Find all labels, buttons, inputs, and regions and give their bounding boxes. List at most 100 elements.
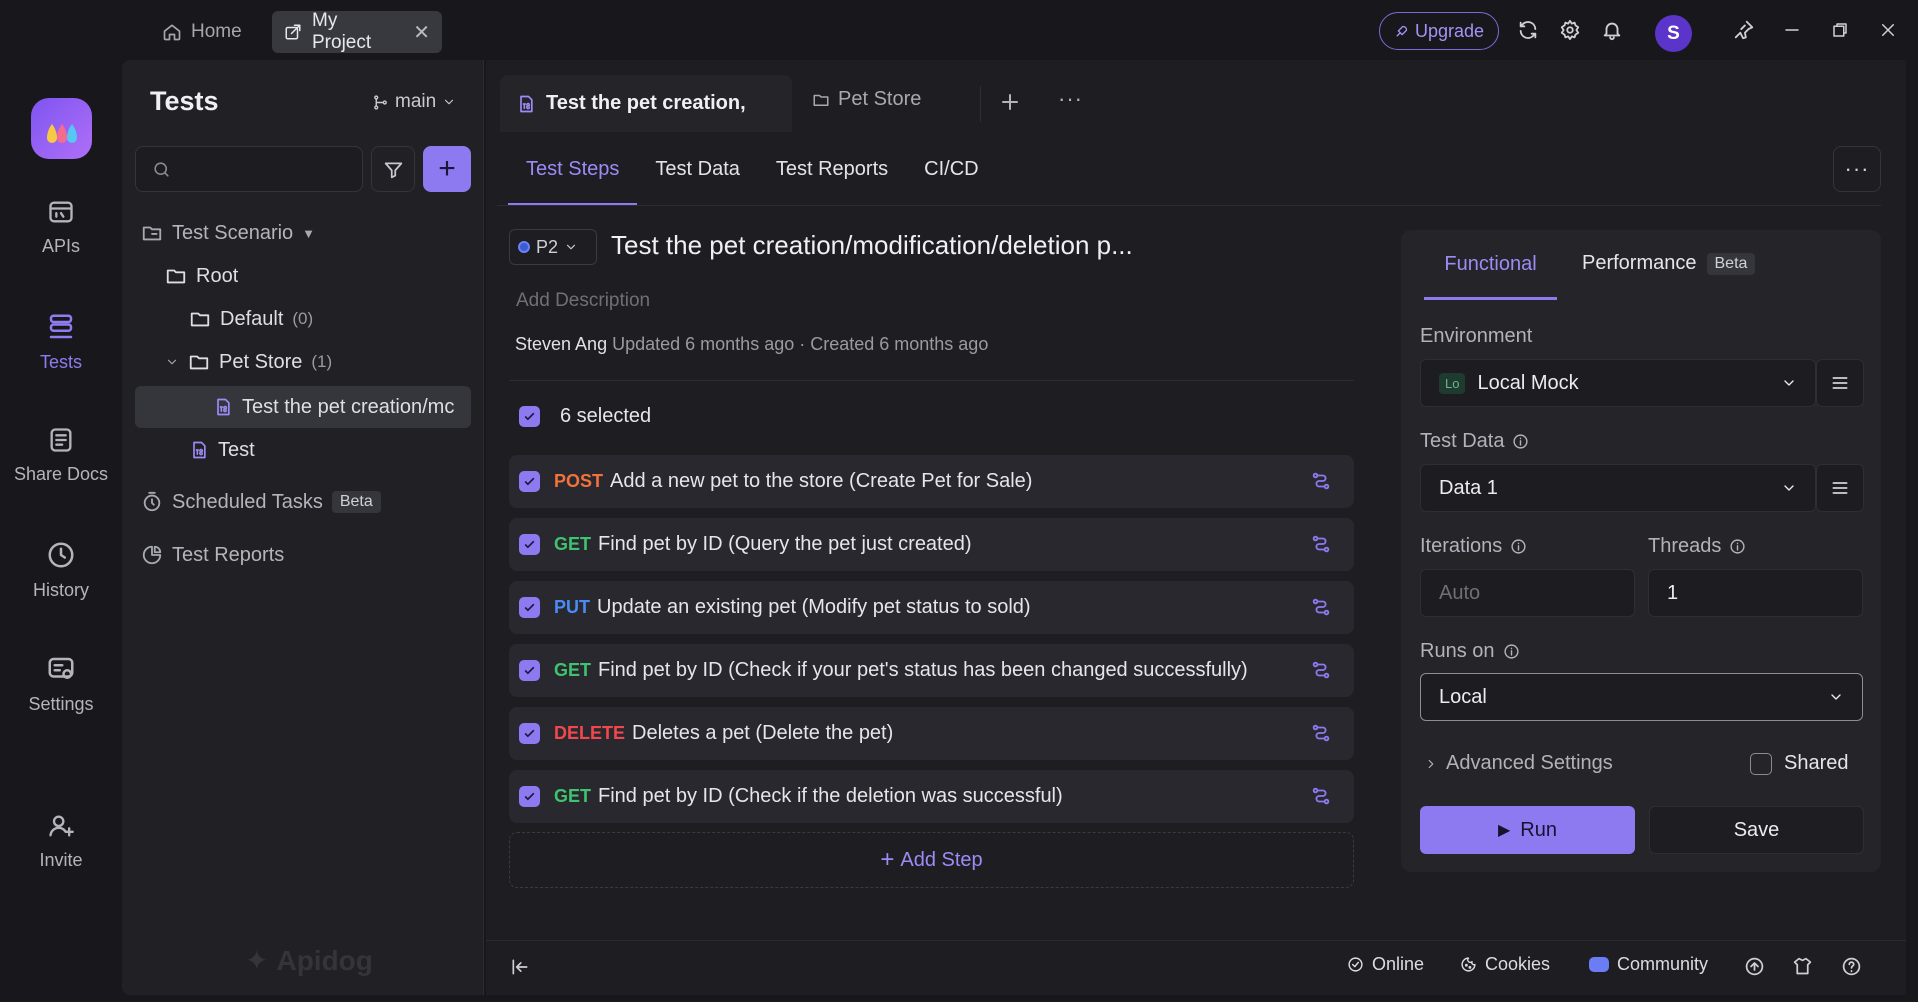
- restore-icon[interactable]: [1826, 16, 1854, 44]
- info-icon[interactable]: [1503, 643, 1520, 660]
- branch-selector[interactable]: main: [372, 91, 456, 113]
- window-close-icon[interactable]: [1874, 16, 1902, 44]
- upgrade-button[interactable]: Upgrade: [1379, 12, 1499, 50]
- step-checkbox[interactable]: [519, 471, 540, 492]
- new-tab-icon[interactable]: [998, 90, 1022, 114]
- gear-icon[interactable]: [1556, 16, 1584, 44]
- settings-icon: [46, 654, 76, 684]
- link-icon[interactable]: [1310, 722, 1332, 744]
- more-tabs-icon[interactable]: ···: [1058, 86, 1083, 112]
- add-button[interactable]: +: [423, 146, 471, 192]
- online-status[interactable]: Online: [1347, 954, 1424, 975]
- upload-icon[interactable]: [1744, 956, 1765, 977]
- step-row[interactable]: GET Find pet by ID (Check if your pet's …: [509, 644, 1354, 697]
- link-icon[interactable]: [1310, 596, 1332, 618]
- run-button[interactable]: ▶ Run: [1420, 806, 1635, 854]
- avatar[interactable]: S: [1655, 15, 1692, 52]
- threads-input[interactable]: 1: [1648, 569, 1863, 617]
- method-badge: GET: [554, 786, 592, 806]
- info-icon[interactable]: [1512, 433, 1529, 450]
- link-icon[interactable]: [1310, 659, 1332, 681]
- link-icon[interactable]: [1310, 533, 1332, 555]
- collapse-sidebar-icon[interactable]: [510, 957, 530, 977]
- priority-select[interactable]: P2: [509, 229, 597, 265]
- tree-item-test-case-selected[interactable]: Test the pet creation/mc: [213, 387, 465, 427]
- filter-button[interactable]: [371, 146, 415, 192]
- tree-item-default[interactable]: Default (0): [189, 299, 313, 339]
- save-button[interactable]: Save: [1649, 806, 1864, 854]
- shirt-icon[interactable]: [1792, 956, 1813, 977]
- step-row[interactable]: GET Find pet by ID (Query the pet just c…: [509, 518, 1354, 571]
- project-tab[interactable]: My Project ✕: [272, 10, 442, 53]
- add-step-button[interactable]: + Add Step: [509, 832, 1354, 888]
- search-input[interactable]: [135, 146, 363, 192]
- link-icon[interactable]: [1310, 470, 1332, 492]
- rail-label-tests: Tests: [39, 352, 82, 372]
- test-data-menu-icon[interactable]: [1816, 464, 1864, 512]
- tab-test-reports[interactable]: Test Reports: [758, 132, 906, 206]
- step-row[interactable]: PUT Update an existing pet (Modify pet s…: [509, 581, 1354, 634]
- step-checkbox[interactable]: [519, 723, 540, 744]
- sync-icon[interactable]: [1514, 16, 1542, 44]
- doc-tab-pet-store[interactable]: Pet Store: [812, 88, 921, 111]
- rail-item-settings[interactable]: Settings: [0, 654, 122, 715]
- chevron-down-icon: [1828, 689, 1844, 705]
- rail-item-apis[interactable]: APIs: [0, 198, 122, 257]
- rail-item-invite[interactable]: Invite: [0, 812, 122, 871]
- step-row[interactable]: GET Find pet by ID (Check if the deletio…: [509, 770, 1354, 823]
- step-checkbox[interactable]: [519, 597, 540, 618]
- shared-checkbox[interactable]: [1750, 752, 1772, 775]
- step-label: Find pet by ID (Check if the deletion wa…: [598, 785, 1063, 807]
- step-row[interactable]: DELETE Deletes a pet (Delete the pet): [509, 707, 1354, 760]
- home-icon: [162, 22, 182, 42]
- sidebar-item-test-reports[interactable]: Test Reports: [141, 535, 284, 575]
- tab-ci-cd[interactable]: CI/CD: [906, 132, 996, 206]
- environment-select[interactable]: Lo Local Mock: [1420, 359, 1816, 407]
- link-icon[interactable]: [1310, 785, 1332, 807]
- tree-item-test[interactable]: Test: [189, 430, 255, 470]
- tree-item-root[interactable]: Root: [165, 256, 238, 296]
- tree-item-test-scenario[interactable]: Test Scenario ▼: [141, 213, 315, 253]
- info-icon[interactable]: [1729, 538, 1746, 555]
- step-checkbox[interactable]: [519, 660, 540, 681]
- step-row[interactable]: POST Add a new pet to the store (Create …: [509, 455, 1354, 508]
- tree-item-pet-store[interactable]: Pet Store (1): [165, 342, 332, 382]
- runs-on-select[interactable]: Local: [1420, 673, 1863, 721]
- minimize-icon[interactable]: [1778, 16, 1806, 44]
- app-logo[interactable]: [31, 98, 92, 159]
- community-button[interactable]: Community: [1589, 954, 1708, 975]
- advanced-settings-toggle[interactable]: Advanced Settings: [1424, 752, 1613, 775]
- tree-label: Pet Store: [219, 350, 303, 373]
- doc-tab-test-case[interactable]: Test the pet creation,: [500, 75, 792, 132]
- rail-item-history[interactable]: History: [0, 540, 122, 601]
- info-icon[interactable]: [1510, 538, 1527, 555]
- tree-label: Test Reports: [172, 543, 285, 566]
- tab-functional[interactable]: Functional: [1424, 232, 1557, 300]
- tab-performance[interactable]: Performance Beta: [1582, 252, 1756, 275]
- iterations-input[interactable]: Auto: [1420, 569, 1635, 617]
- help-icon[interactable]: [1841, 956, 1862, 977]
- environment-menu-icon[interactable]: [1816, 359, 1864, 407]
- shared-checkbox-row[interactable]: Shared: [1750, 752, 1849, 775]
- sidebar-item-scheduled-tasks[interactable]: Scheduled Tasks Beta: [141, 482, 381, 522]
- select-all-checkbox[interactable]: [519, 406, 540, 427]
- step-label: Update an existing pet (Modify pet statu…: [597, 596, 1031, 618]
- step-checkbox[interactable]: [519, 534, 540, 555]
- tab-test-steps[interactable]: Test Steps: [508, 132, 638, 206]
- case-title[interactable]: Test the pet creation/modification/delet…: [611, 230, 1133, 261]
- home-tab[interactable]: Home: [150, 12, 254, 52]
- more-options-button[interactable]: ···: [1833, 146, 1881, 192]
- step-checkbox[interactable]: [519, 786, 540, 807]
- description-field[interactable]: Add Description: [516, 290, 650, 312]
- chevron-right-icon: [1424, 757, 1438, 771]
- test-data-select[interactable]: Data 1: [1420, 464, 1816, 512]
- rail-item-tests[interactable]: Tests: [0, 312, 122, 373]
- select-all-row[interactable]: 6 selected: [519, 405, 651, 428]
- cookies-label: Cookies: [1485, 954, 1551, 974]
- rail-item-share-docs[interactable]: Share Docs: [0, 426, 122, 485]
- tab-test-data[interactable]: Test Data: [637, 132, 757, 206]
- pin-icon[interactable]: [1730, 16, 1758, 44]
- close-icon[interactable]: ✕: [413, 20, 430, 45]
- bell-icon[interactable]: [1598, 16, 1626, 44]
- cookies-button[interactable]: Cookies: [1460, 954, 1550, 975]
